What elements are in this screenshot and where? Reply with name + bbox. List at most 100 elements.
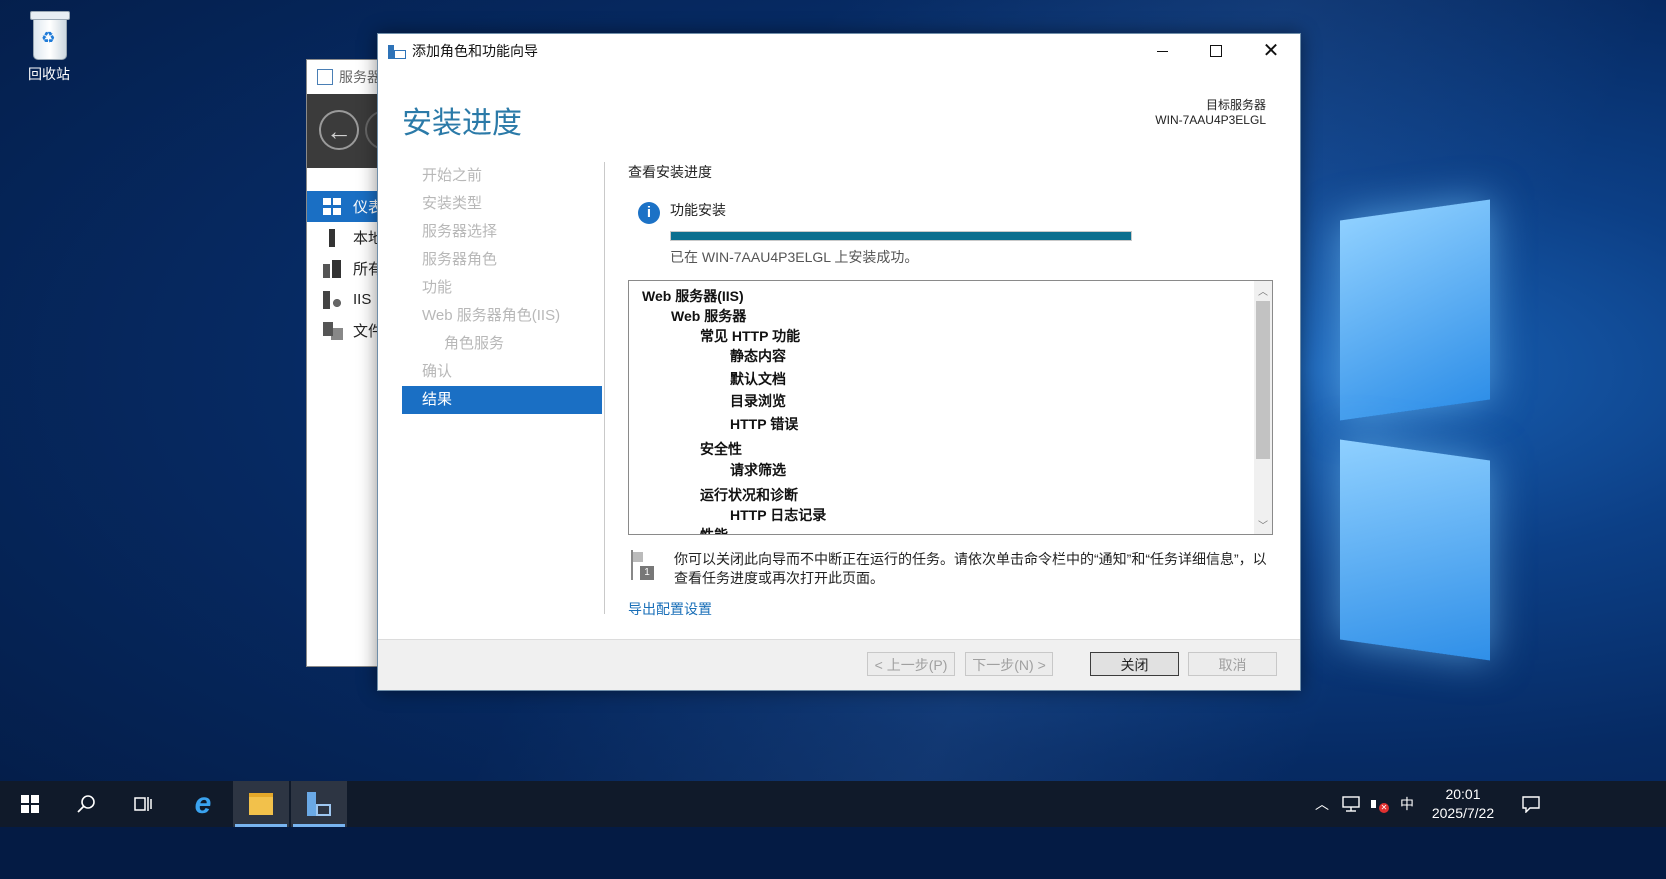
nav-item-dashboard[interactable]: 仪表 xyxy=(307,191,387,222)
clock-time: 20:01 xyxy=(1445,786,1481,802)
step-results[interactable]: 结果 xyxy=(402,386,602,414)
server-manager-title: 服务器 xyxy=(339,69,381,85)
target-server: 目标服务器 WIN-7AAU4P3ELGL xyxy=(1155,98,1266,128)
installed-feature-row: 目录浏览 xyxy=(730,393,786,409)
internet-explorer-icon: e xyxy=(194,787,212,820)
server-manager-nav: 仪表 本地 所有 IIS 文件 xyxy=(307,191,387,346)
installed-feature-row: 静态内容 xyxy=(730,348,786,364)
task-view-button[interactable] xyxy=(115,781,171,827)
close-window-button[interactable]: ✕ xyxy=(1244,34,1298,68)
installed-feature-row: 性能 xyxy=(700,527,728,535)
server-manager-window[interactable]: 服务器 ← 仪表 本地 所有 IIS 文件 xyxy=(306,59,405,667)
next-button[interactable]: 下一步(N) > xyxy=(965,652,1053,676)
back-arrow-icon[interactable]: ← xyxy=(319,110,359,150)
scroll-up-icon[interactable]: ︿ xyxy=(1254,283,1272,298)
installed-feature-row: HTTP 日志记录 xyxy=(730,507,827,523)
ie-taskbar-button[interactable]: e xyxy=(175,781,231,827)
servers-icon xyxy=(323,259,343,278)
previous-button[interactable]: < 上一步(P) xyxy=(867,652,955,676)
nav-item-iis[interactable]: IIS xyxy=(307,284,387,315)
success-message: 已在 WIN-7AAU4P3ELGL 上安装成功。 xyxy=(670,249,919,265)
installed-feature-row: 请求筛选 xyxy=(730,462,786,478)
wizard-divider xyxy=(604,162,605,614)
server-icon xyxy=(323,228,343,247)
network-tray-button[interactable] xyxy=(1338,781,1364,827)
server-manager-header: ← xyxy=(307,94,405,168)
installed-feature-row: Web 服务器 xyxy=(671,308,747,324)
recycle-bin-label: 回收站 xyxy=(28,66,70,82)
installed-feature-row: 运行状况和诊断 xyxy=(700,487,798,503)
taskbar: e ︿ ✕ 中 20:01 2025/7/22 xyxy=(0,781,1666,827)
notification-icon xyxy=(1522,796,1540,813)
nav-item-local-server[interactable]: 本地 xyxy=(307,222,387,253)
install-progress-fill xyxy=(671,232,1131,240)
folder-icon xyxy=(249,793,273,815)
step-server-roles: 服务器角色 xyxy=(422,251,498,268)
minimize-icon xyxy=(1156,50,1168,52)
volume-tray-button[interactable]: ✕ xyxy=(1366,781,1392,827)
wizard-header: 安装进度 目标服务器 WIN-7AAU4P3ELGL xyxy=(378,68,1300,160)
list-scrollbar[interactable]: ︿ ﹀ xyxy=(1254,281,1272,534)
start-button[interactable] xyxy=(2,781,58,827)
scroll-down-icon[interactable]: ﹀ xyxy=(1254,517,1272,532)
step-installation-type: 安装类型 xyxy=(422,195,483,212)
wizard-note: 1 你可以关闭此向导而不中断正在运行的任务。请依次单击命令栏中的“通知”和“任务… xyxy=(628,550,1278,588)
desktop-bottom-strip xyxy=(0,827,1666,879)
iis-icon xyxy=(323,290,343,309)
install-progress-bar xyxy=(670,231,1132,241)
close-button[interactable]: 关闭 xyxy=(1090,652,1179,676)
page-title: 安装进度 xyxy=(402,107,522,140)
wizard-footer: < 上一步(P) 下一步(N) > 关闭 取消 xyxy=(378,639,1300,690)
clock-date: 2025/7/22 xyxy=(1431,805,1495,821)
installed-feature-row: 安全性 xyxy=(700,441,742,457)
windows-start-icon xyxy=(21,795,39,813)
section-label: 查看安装进度 xyxy=(628,164,712,180)
maximize-button[interactable] xyxy=(1189,34,1243,68)
search-icon xyxy=(77,795,95,813)
show-hidden-icons-button[interactable]: ︿ xyxy=(1310,781,1334,827)
action-center-button[interactable] xyxy=(1516,781,1546,827)
close-icon: ✕ xyxy=(1262,40,1280,62)
wizard-content: 查看安装进度 i 功能安装 已在 WIN-7AAU4P3ELGL 上安装成功。 … xyxy=(628,162,1278,617)
step-features: 功能 xyxy=(422,279,453,296)
task-view-icon xyxy=(134,797,152,811)
installed-feature-row: HTTP 错误 xyxy=(730,416,799,432)
scroll-thumb[interactable] xyxy=(1256,301,1270,459)
server-manager-taskbar-icon xyxy=(307,792,331,816)
network-icon xyxy=(1342,796,1360,812)
wizard-title: 添加角色和功能向导 xyxy=(412,43,538,59)
minimize-button[interactable] xyxy=(1135,34,1189,68)
recycle-bin-icon: ♻ xyxy=(27,8,71,60)
info-icon: i xyxy=(638,202,660,224)
recycle-bin-desktop-icon[interactable]: ♻ 回收站 xyxy=(14,8,84,84)
export-config-link[interactable]: 导出配置设置 xyxy=(628,599,712,619)
volume-muted-icon: ✕ xyxy=(1369,795,1389,813)
installed-features-list[interactable]: 性能 HTTP 日志记录 运行状况和诊断 请求筛选 安全性 HTTP 错误 目录浏览 默认文档… xyxy=(628,280,1273,535)
maximize-icon xyxy=(1210,45,1222,57)
target-server-name: WIN-7AAU4P3ELGL xyxy=(1155,113,1266,127)
installed-feature-row: 常见 HTTP 功能 xyxy=(700,328,801,344)
search-button[interactable] xyxy=(58,781,114,827)
server-manager-app-icon xyxy=(317,69,333,85)
cancel-button[interactable]: 取消 xyxy=(1188,652,1277,676)
nav-item-file-services[interactable]: 文件 xyxy=(307,315,387,346)
target-server-label: 目标服务器 xyxy=(1205,98,1266,112)
taskbar-clock[interactable]: 20:01 2025/7/22 xyxy=(1424,785,1502,823)
installed-feature-row: Web 服务器(IIS) xyxy=(642,288,744,304)
wizard-app-icon xyxy=(388,43,406,59)
file-explorer-taskbar-button[interactable] xyxy=(233,781,289,827)
step-role-services: 角色服务 xyxy=(444,335,505,352)
note-text: 你可以关闭此向导而不中断正在运行的任务。请依次单击命令栏中的“通知”和“任务详细… xyxy=(674,551,1267,586)
step-web-server-role: Web 服务器角色(IIS) xyxy=(422,307,561,324)
step-server-selection: 服务器选择 xyxy=(422,223,498,240)
nav-item-all-servers[interactable]: 所有 xyxy=(307,253,387,284)
wizard-titlebar: 添加角色和功能向导 ✕ xyxy=(378,34,1300,68)
server-manager-taskbar-button[interactable] xyxy=(291,781,347,827)
notification-flag-icon: 1 xyxy=(628,550,656,580)
ime-indicator[interactable]: 中 xyxy=(1394,781,1420,827)
add-roles-wizard-window[interactable]: 添加角色和功能向导 ✕ 安装进度 目标服务器 WIN-7AAU4P3ELGL 开… xyxy=(377,33,1301,691)
feature-install-status: i 功能安装 xyxy=(638,200,726,224)
wallpaper-windows-logo xyxy=(1340,199,1510,690)
feature-install-label: 功能安装 xyxy=(670,202,726,218)
step-confirmation: 确认 xyxy=(422,363,453,380)
